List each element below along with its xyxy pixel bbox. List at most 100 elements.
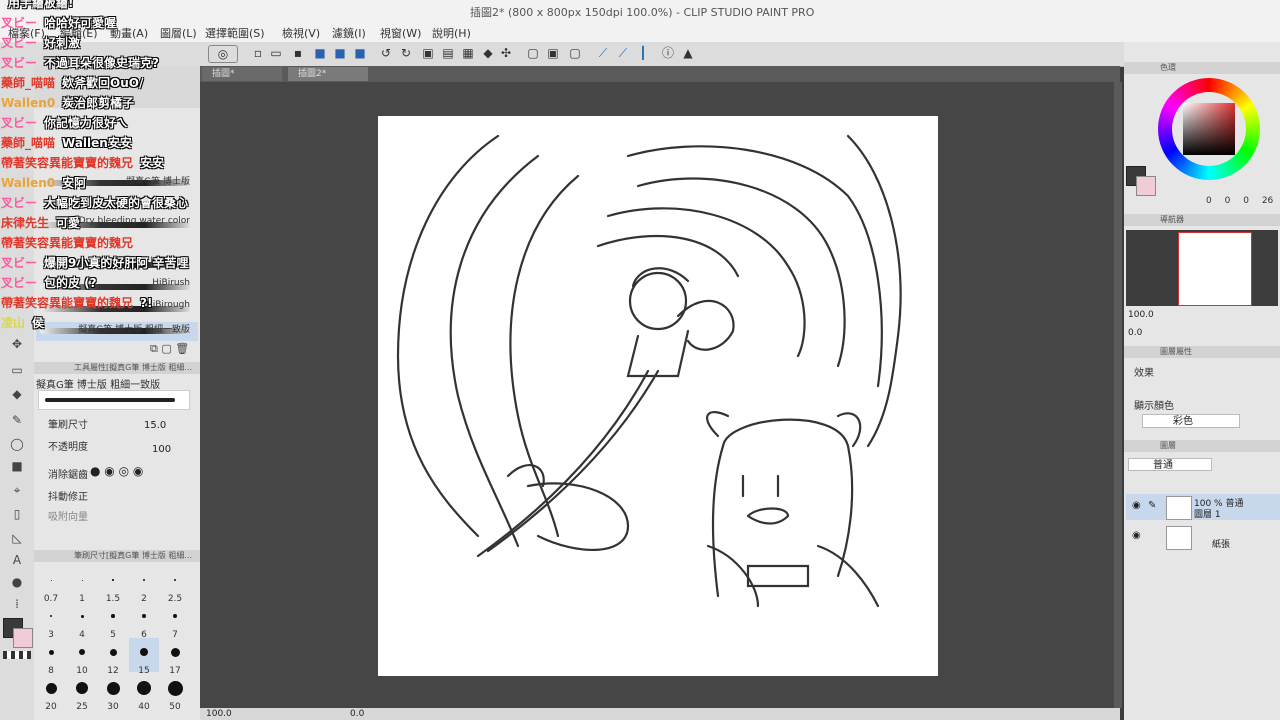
grid-snap-icon[interactable]: ┃ [635, 45, 651, 61]
special-ruler-snap-icon[interactable]: ⟋ [615, 45, 631, 61]
learn-icon[interactable]: ▲ [680, 45, 696, 61]
info-icon[interactable]: ⓘ [660, 45, 676, 61]
opacity-value[interactable]: 100 [152, 444, 171, 455]
transparent-color-swatch[interactable] [3, 651, 31, 659]
brush-size-option[interactable]: 8 [36, 638, 66, 676]
chat-message: Wallen0 安阿 [0, 174, 86, 191]
chat-message: 叉ビー 你記憶力很好ㄟ [0, 114, 128, 131]
open-folder-icon[interactable]: ▭ [268, 45, 284, 61]
brush-size-option[interactable]: 1 [67, 566, 97, 604]
line-tool-icon[interactable]: ⁞ [9, 596, 25, 612]
layer-row-selected[interactable]: ◉ ✎ 100 % 普通 圖層 1 [1126, 494, 1280, 520]
eye-icon[interactable]: ◉ [1132, 500, 1141, 511]
tool-property-header: 工具屬性[擬真G筆 博士版 粗細... [34, 362, 200, 374]
chat-username: 叉ビー [1, 36, 38, 50]
chat-username: 凌山 [1, 316, 26, 330]
chat-text: Wallen安安 [62, 136, 132, 150]
menu-window[interactable]: 視窗(W) [380, 25, 421, 41]
brush-size-option[interactable]: 10 [67, 638, 97, 676]
zoom-value[interactable]: 100.0 [206, 708, 232, 720]
show-border-icon[interactable]: ▢ [567, 45, 583, 61]
brush-size-option[interactable]: 12 [98, 638, 128, 676]
brush-size-option[interactable]: 15 [129, 638, 159, 676]
layer-row[interactable]: ◉ 紙張 [1126, 524, 1280, 550]
brush-size-option[interactable]: 40 [129, 674, 159, 712]
brush-size-option[interactable]: 2 [129, 566, 159, 604]
export-png-icon[interactable]: ■ [332, 45, 348, 61]
clear-icon[interactable]: ▣ [420, 45, 436, 61]
window-title: 插圖2* (800 x 800px 150dpi 100.0%) - CLIP … [470, 6, 815, 19]
chat-text: ?! [140, 296, 153, 310]
invert-selection-icon[interactable]: ▣ [545, 45, 561, 61]
brush-size-option[interactable]: 6 [129, 602, 159, 640]
brush-size-option[interactable]: 5 [98, 602, 128, 640]
brush-size-option[interactable]: 1.5 [98, 566, 128, 604]
rp-sub-color[interactable] [1136, 176, 1156, 196]
anti-alias-options[interactable]: ● ◉ ◎ ◉ [90, 464, 143, 478]
fill-tool-icon[interactable]: ◆ [9, 386, 25, 402]
brush-size-option[interactable]: 4 [67, 602, 97, 640]
color-wheel[interactable] [1158, 78, 1260, 180]
brush-size-label: 20 [45, 702, 57, 712]
frame-tool-icon[interactable]: ▯ [9, 506, 25, 522]
brush-size-option[interactable]: 30 [98, 674, 128, 712]
pen-tool-icon[interactable]: ✎ [9, 412, 25, 428]
eraser-icon[interactable]: ▭ [9, 362, 25, 378]
export-jpg-icon[interactable]: ■ [312, 45, 328, 61]
chat-message: 叉ビー 爆開9小真的好肝阿 辛苦哩 [0, 254, 189, 271]
brush-size-option[interactable]: 7 [160, 602, 190, 640]
drawing-canvas[interactable] [378, 116, 938, 676]
brush-size-option[interactable]: 17 [160, 638, 190, 676]
sub-color-swatch[interactable] [13, 628, 33, 648]
navigator-header: 導航器 [1124, 214, 1280, 226]
brush-size-option[interactable]: 50 [160, 674, 190, 712]
brush-size-option[interactable]: 0.7 [36, 566, 66, 604]
brush-size-option[interactable]: 2.5 [160, 566, 190, 604]
chat-message: 凌山侯 [0, 314, 44, 331]
text-tool-icon[interactable]: A [9, 552, 25, 568]
clear-outside-icon[interactable]: ▤ [440, 45, 456, 61]
select-none-icon[interactable]: ▢ [525, 45, 541, 61]
navigator-angle[interactable]: 0.0 [1128, 328, 1142, 338]
brush-size-panel-header: 筆刷尺寸[擬真G筆 博士版 粗細... [34, 550, 200, 562]
new-file-icon[interactable]: ▫ [250, 45, 266, 61]
sub-tool-actions[interactable]: ⧉ ▢ 🗑 [150, 342, 189, 356]
redo-icon[interactable]: ↻ [398, 45, 414, 61]
chat-message: Wallen0 炭治郎剪橘子 [0, 94, 134, 111]
blend-mode-select[interactable]: 普通 [1128, 458, 1212, 471]
transform-icon[interactable]: ✣ [498, 45, 514, 61]
export-psd-icon[interactable]: ■ [352, 45, 368, 61]
ellipse-tool-icon[interactable]: ◯ [9, 436, 25, 452]
ruler-snap-icon[interactable]: ⟋ [595, 45, 611, 61]
chat-username: 叉ビー [1, 116, 38, 130]
brush-size-grid: 0.7 1 1.5 2 2.5 3 4 5 6 7 8 10 12 15 17 20 25 30 40 50 [36, 566, 196, 720]
tab-illustration-2[interactable]: 插圖2* [288, 67, 368, 81]
brush-size-option[interactable]: 3 [36, 602, 66, 640]
object-tool-icon[interactable]: ⌖ [9, 482, 25, 498]
chat-text: 好刺激 [44, 36, 81, 50]
stream-chat-overlay: 用手繪板繪! 叉ビー 哈哈好可愛喔 叉ビー 好刺激 叉ビー 不過耳朵很像史瑞克? 藥師_喵喵欸… [0, 0, 220, 340]
menu-view[interactable]: 檢視(V) [282, 25, 320, 41]
brush-size-option[interactable]: 25 [67, 674, 97, 712]
stabilization-label: 抖動修正 [48, 492, 88, 503]
fill-icon[interactable]: ▦ [460, 45, 476, 61]
display-color-select[interactable]: 彩色 [1142, 414, 1240, 428]
eye-icon[interactable]: ◉ [1132, 530, 1141, 541]
brush-size-value[interactable]: 15.0 [144, 420, 166, 431]
gradient-tool-icon[interactable]: ■ [9, 458, 25, 474]
menu-filter[interactable]: 濾鏡(I) [332, 25, 366, 41]
undo-icon[interactable]: ↺ [378, 45, 394, 61]
opacity-label: 不透明度 [48, 442, 88, 453]
navigator-zoom[interactable]: 100.0 [1128, 310, 1154, 320]
ruler-tool-icon[interactable]: ◺ [9, 530, 25, 546]
angle-value[interactable]: 0.0 [350, 708, 364, 720]
navigator-view[interactable] [1126, 230, 1278, 306]
balloon-tool-icon[interactable]: ● [9, 574, 25, 590]
chat-text: 可愛 [56, 216, 81, 230]
canvas-vertical-scrollbar[interactable] [1114, 82, 1122, 708]
bucket-icon[interactable]: ◆ [480, 45, 496, 61]
brush-size-option[interactable]: 20 [36, 674, 66, 712]
menu-help[interactable]: 說明(H) [432, 25, 471, 41]
chat-message: 叉ビー 好刺激 [0, 34, 80, 51]
save-icon[interactable]: ▪ [290, 45, 306, 61]
